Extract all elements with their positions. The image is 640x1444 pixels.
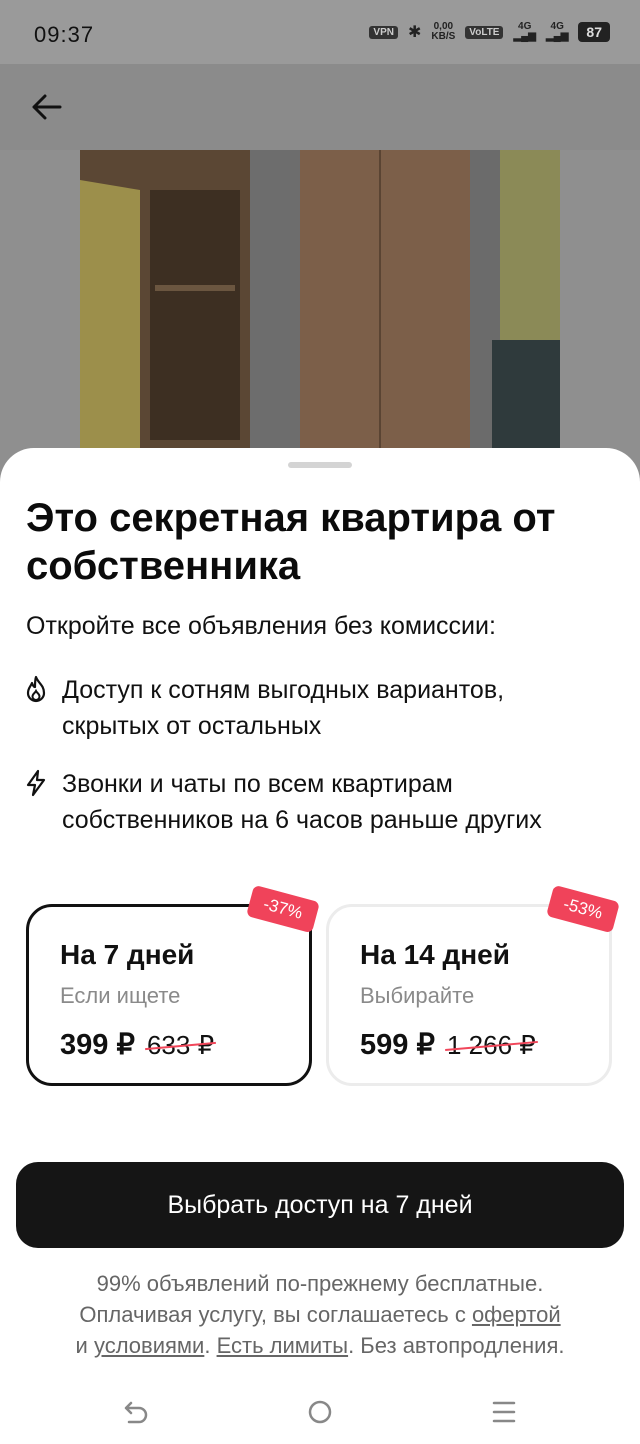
lightning-icon bbox=[24, 766, 62, 838]
terms-link[interactable]: условиями bbox=[94, 1333, 204, 1358]
listing-photo bbox=[80, 150, 560, 460]
signal-2: 4G ▂▄▆ bbox=[545, 21, 569, 42]
limits-link[interactable]: Есть лимиты bbox=[217, 1333, 349, 1358]
legal-and: и bbox=[75, 1333, 94, 1358]
arrow-left-icon[interactable] bbox=[22, 82, 72, 132]
plan-old-price: 1 266 ₽ bbox=[446, 1030, 536, 1060]
plan-title: На 7 дней bbox=[60, 939, 195, 970]
signal-1: 4G ▂▄▆ bbox=[513, 21, 536, 42]
system-nav-bar bbox=[0, 1380, 640, 1444]
plan-subtitle: Если ищете bbox=[60, 983, 181, 1008]
plan-card-7-days[interactable]: На 7 дней Если ищете 399 ₽ 633 ₽ -37% bbox=[26, 884, 320, 1086]
legal-line-1: 99% объявлений по-прежнему бесплатные. bbox=[96, 1271, 544, 1296]
feature-item: Звонки и чаты по всем квартирам собствен… bbox=[24, 766, 604, 838]
vpn-icon: VPN bbox=[369, 25, 398, 39]
sheet-subtitle: Откройте все объявления без комиссии: bbox=[26, 612, 496, 640]
discount-badge: -37% bbox=[246, 884, 320, 934]
bluetooth-icon: ✱ bbox=[407, 24, 422, 41]
plan-title: На 14 дней bbox=[360, 939, 510, 970]
app-header bbox=[0, 64, 640, 150]
nav-back-icon[interactable] bbox=[114, 1394, 158, 1430]
plan-card-14-days[interactable]: На 14 дней Выбирайте 599 ₽ 1 266 ₽ -53% bbox=[326, 884, 620, 1086]
feature-item: Доступ к сотням выгодных вариантов, скры… bbox=[24, 672, 604, 744]
plan-old-price: 633 ₽ bbox=[146, 1030, 215, 1060]
paywall-sheet: Это секретная квартира от собственника О… bbox=[0, 448, 640, 1444]
feature-text: Доступ к сотням выгодных вариантов, скры… bbox=[62, 676, 505, 740]
plan-current-price: 399 ₽ bbox=[60, 1029, 135, 1061]
speed-unit: KB/S bbox=[431, 31, 456, 42]
sheet-drag-handle[interactable] bbox=[288, 462, 352, 468]
discount-badge: -53% bbox=[546, 884, 620, 934]
battery-icon: 87 bbox=[578, 22, 610, 42]
legal-text: 99% объявлений по-прежнему бесплатные. О… bbox=[20, 1268, 620, 1361]
net-label-2: 4G bbox=[550, 21, 564, 32]
select-access-button[interactable]: Выбрать доступ на 7 дней bbox=[16, 1162, 624, 1248]
plan-price: 599 ₽ 1 266 ₽ bbox=[360, 1027, 536, 1062]
offer-link[interactable]: офертой bbox=[472, 1302, 561, 1327]
sheet-title: Это секретная квартира от собственника bbox=[26, 496, 556, 588]
plan-subtitle: Выбирайте bbox=[360, 983, 475, 1008]
status-icons: VPN ✱ 0,00 KB/S VoLTE 4G ▂▄▆ 4G ▂▄▆ 87 bbox=[369, 22, 610, 42]
legal-dot: . bbox=[204, 1333, 217, 1358]
nav-home-icon[interactable] bbox=[298, 1394, 342, 1430]
nav-menu-icon[interactable] bbox=[482, 1394, 526, 1430]
status-time: 09:37 bbox=[34, 22, 95, 47]
plan-price: 399 ₽ 633 ₽ bbox=[60, 1027, 214, 1062]
flame-icon bbox=[24, 672, 62, 744]
network-speed: 0,00 KB/S bbox=[431, 22, 455, 42]
legal-line-2: Оплачивая услугу, вы соглашаетесь с bbox=[79, 1302, 472, 1327]
feature-text: Звонки и чаты по всем квартирам собствен… bbox=[62, 770, 542, 834]
plan-current-price: 599 ₽ bbox=[360, 1029, 435, 1061]
volte-icon: VoLTE bbox=[465, 25, 504, 39]
status-bar: 09:37 VPN ✱ 0,00 KB/S VoLTE 4G ▂▄▆ 4G ▂▄▆ … bbox=[0, 0, 640, 64]
legal-suffix: . Без автопродления. bbox=[348, 1333, 565, 1358]
net-label-1: 4G bbox=[518, 21, 532, 32]
